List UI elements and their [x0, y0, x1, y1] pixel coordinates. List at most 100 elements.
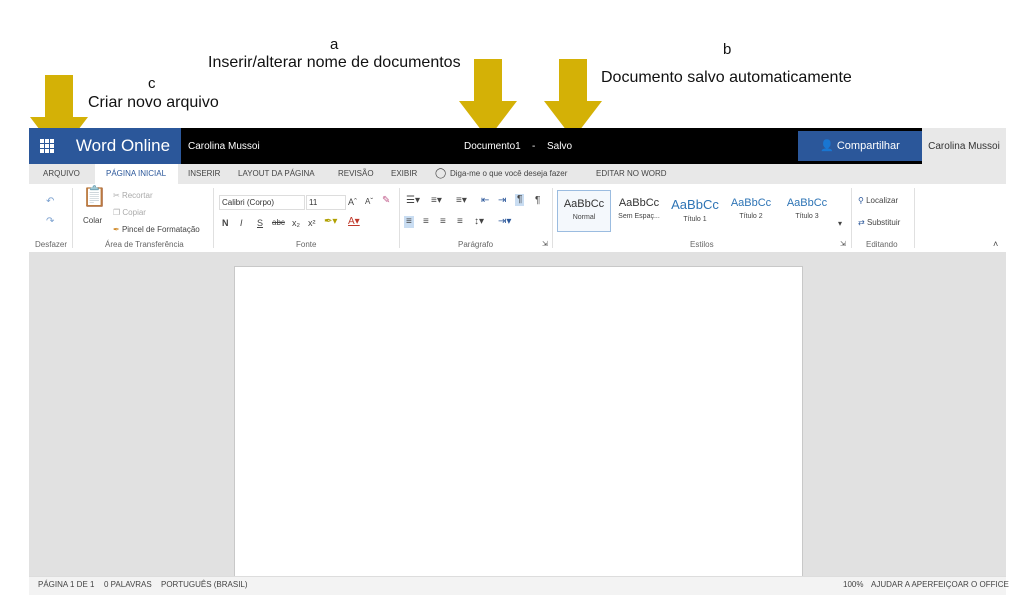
paragraph-group-label: Parágrafo: [458, 240, 494, 249]
replace-label: Substituir: [866, 218, 901, 227]
style-0[interactable]: AaBbCc Normal: [557, 190, 611, 232]
onedrive-user-link[interactable]: Carolina Mussoi: [188, 128, 260, 164]
undo-icon[interactable]: ↶: [46, 196, 54, 208]
tab-revisao[interactable]: REVISÃO: [338, 164, 374, 184]
page-count: PÁGINA 1 DE 1: [38, 580, 95, 589]
style-name: Normal: [572, 214, 596, 221]
feedback-link[interactable]: AJUDAR A APERFEIÇOAR O OFFICE: [871, 578, 1009, 592]
find-button[interactable]: ⚲ Localizar: [858, 196, 898, 205]
divider: [213, 188, 214, 248]
scissors-icon: ✂: [113, 191, 122, 200]
shrink-font-icon[interactable]: Aˇ: [365, 196, 373, 208]
line-spacing-icon[interactable]: ↕▾: [474, 216, 484, 228]
zoom-level[interactable]: 100%: [843, 578, 863, 592]
style-sample: AaBbCc: [671, 197, 719, 212]
increase-indent-icon[interactable]: ⇥: [498, 195, 506, 207]
tab-exibir[interactable]: EXIBIR: [391, 164, 417, 184]
align-center-icon[interactable]: ≡: [423, 216, 429, 228]
bold-button[interactable]: N: [222, 217, 229, 229]
redo-icon[interactable]: ↷: [46, 216, 54, 228]
paragraph-spacing-icon[interactable]: ⇥▾: [498, 216, 511, 228]
copy-button[interactable]: ❐ Copiar: [113, 208, 146, 217]
font-name-select[interactable]: Calibri (Corpo): [219, 195, 305, 210]
style-4[interactable]: AaBbCc Título 3: [781, 190, 833, 230]
clipboard-group-label: Área de Transferência: [105, 240, 184, 249]
collapse-ribbon-icon[interactable]: ˄: [993, 238, 998, 250]
style-name: Título 2: [739, 213, 763, 220]
decrease-indent-icon[interactable]: ⇤: [481, 195, 489, 207]
app-brand[interactable]: Word Online: [65, 128, 181, 164]
replace-button[interactable]: ⇄ Substituir: [858, 218, 900, 227]
style-sample: AaBbCc: [730, 197, 772, 209]
arrow-b-icon: [544, 59, 602, 139]
undo-group-label: Desfazer: [35, 240, 68, 249]
word-count: 0 PALAVRAS: [104, 580, 152, 589]
numbering-icon[interactable]: ≡▾: [431, 195, 442, 207]
format-painter-button[interactable]: ✒ Pincel de Formatação: [113, 225, 200, 234]
superscript-button[interactable]: x²: [308, 217, 316, 229]
underline-button[interactable]: S: [257, 217, 263, 229]
highlight-icon[interactable]: ✒▾: [324, 216, 337, 228]
document-name[interactable]: Documento1: [464, 128, 521, 164]
tell-me-search[interactable]: Diga-me o que você deseja fazer: [450, 164, 567, 184]
annotation-c-letter: c: [148, 75, 156, 92]
justify-icon[interactable]: ≡: [457, 216, 463, 228]
style-name: Título 1: [683, 216, 707, 223]
style-sample: AaBbCc: [786, 197, 828, 209]
paste-button[interactable]: Colar: [83, 216, 102, 225]
paragraph-launcher-icon[interactable]: ⇲: [542, 239, 548, 251]
tab-pagina-inicial[interactable]: PÁGINA INICIAL: [106, 164, 166, 184]
divider: [851, 188, 852, 248]
save-status: Salvo: [547, 141, 573, 152]
styles-group-label: Estilos: [690, 240, 714, 249]
annotation-a-text: Inserir/alterar nome de documentos: [208, 54, 461, 71]
style-3[interactable]: AaBbCc Título 2: [725, 190, 777, 230]
document-page[interactable]: [234, 266, 803, 578]
cut-label: Recortar: [121, 191, 153, 200]
annotation-c-text: Criar novo arquivo: [88, 94, 219, 111]
tab-arquivo[interactable]: ARQUIVO: [43, 164, 80, 184]
align-left-icon[interactable]: ≡: [404, 216, 414, 228]
editing-group-label: Editando: [866, 240, 898, 249]
style-name: Sem Espaç...: [618, 213, 660, 220]
brush-icon: ✒: [113, 225, 122, 234]
multilevel-list-icon[interactable]: ≡▾: [456, 195, 467, 207]
style-sample: AaBbCc: [563, 198, 605, 210]
bullets-icon[interactable]: ☰▾: [406, 195, 420, 207]
font-group-label: Fonte: [296, 240, 317, 249]
account-user[interactable]: Carolina Mussoi: [922, 128, 1006, 164]
waffle-icon: [40, 139, 54, 153]
style-name: Título 3: [795, 213, 819, 220]
paragraph-mark-icon[interactable]: ¶: [535, 195, 540, 207]
style-2[interactable]: AaBbCc Título 1: [669, 190, 721, 230]
share-button[interactable]: 👤 Compartilhar: [798, 131, 922, 161]
strikethrough-button[interactable]: abc: [272, 217, 285, 229]
styles-more-icon[interactable]: ▾: [838, 218, 842, 230]
paste-icon[interactable]: 📋: [82, 187, 107, 207]
clear-format-icon[interactable]: ✎: [382, 195, 390, 207]
style-sample: AaBbCc: [618, 197, 660, 209]
style-1[interactable]: AaBbCc Sem Espaç...: [613, 190, 665, 230]
styles-launcher-icon[interactable]: ⇲: [840, 239, 846, 251]
subscript-button[interactable]: x₂: [292, 217, 300, 229]
tab-inserir[interactable]: INSERIR: [188, 164, 220, 184]
annotation-b-letter: b: [723, 41, 732, 58]
language-indicator[interactable]: PORTUGUÊS (BRASIL): [161, 578, 248, 592]
arrow-a-icon: [459, 59, 517, 139]
copy-icon: ❐: [113, 208, 123, 217]
divider: [72, 188, 73, 248]
font-color-icon[interactable]: A▾: [348, 216, 360, 228]
copy-label: Copiar: [122, 208, 146, 217]
divider: [399, 188, 400, 248]
tab-layout[interactable]: LAYOUT DA PÁGINA: [238, 164, 315, 184]
font-size-select[interactable]: 11: [306, 195, 346, 210]
cut-button[interactable]: ✂ Recortar: [113, 191, 153, 200]
italic-button[interactable]: I: [240, 217, 243, 229]
format-painter-label: Pincel de Formatação: [121, 225, 200, 234]
search-icon: ⚲: [858, 196, 867, 205]
share-button-label: Compartilhar: [836, 140, 900, 152]
grow-font-icon[interactable]: Aˆ: [348, 196, 357, 208]
tab-editar-no-word[interactable]: EDITAR NO WORD: [596, 164, 667, 184]
rtl-icon[interactable]: ¶: [515, 194, 525, 206]
align-right-icon[interactable]: ≡: [440, 216, 446, 228]
